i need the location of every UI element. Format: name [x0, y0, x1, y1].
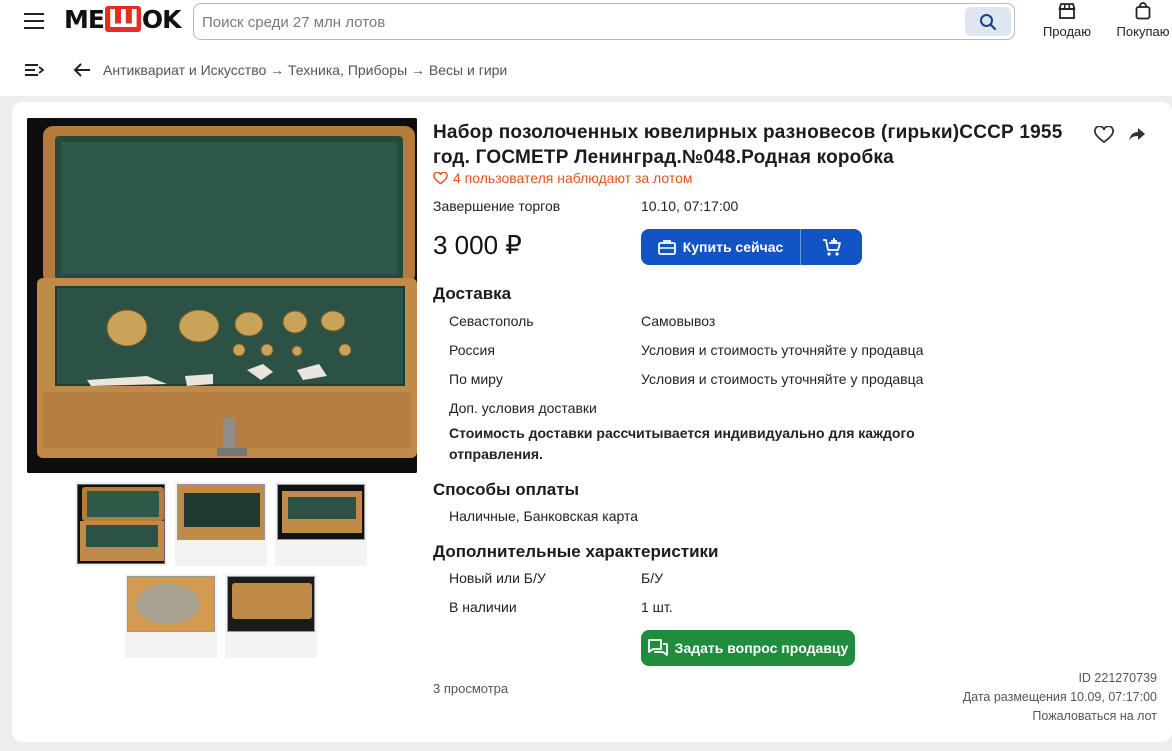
thumbnail[interactable] — [75, 482, 167, 566]
categories-menu-icon[interactable] — [24, 63, 44, 77]
characteristic-name: В наличии — [449, 599, 517, 615]
weights-box-image — [27, 118, 417, 473]
characteristic-name: Новый или Б/У — [449, 570, 546, 586]
main-photo[interactable] — [27, 118, 417, 473]
delivery-terms: Условия и стоимость уточняйте у продавца — [641, 342, 924, 358]
thumbnail[interactable] — [225, 574, 317, 658]
buy-controls: Купить сейчас — [641, 229, 862, 265]
search-button[interactable] — [965, 7, 1011, 36]
payment-methods: Наличные, Банковская карта — [449, 508, 639, 524]
delivery-place: Россия — [449, 342, 495, 358]
characteristics-title: Дополнительные характеристики — [433, 542, 719, 561]
delivery-place: Севастополь — [449, 313, 534, 329]
lot-title: Набор позолоченных ювелирных разновесов … — [433, 122, 1063, 168]
sell-button[interactable]: Продаю — [1040, 2, 1094, 39]
search-bar — [193, 3, 1015, 40]
thumbnail-image — [177, 484, 265, 540]
shop-icon — [1058, 3, 1076, 19]
lot-price: 3 000 ₽ — [433, 230, 522, 260]
extra-delivery-text-continued: отправления. — [449, 446, 543, 462]
thumbnail-image — [127, 576, 215, 632]
add-to-cart-button[interactable] — [801, 229, 862, 265]
report-link[interactable]: Пожаловаться на лот — [1032, 709, 1157, 723]
delivery-terms: Условия и стоимость уточняйте у продавца — [641, 371, 924, 387]
sell-label: Продаю — [1042, 24, 1092, 39]
watchers-info: 4 пользователя наблюдают за лотом — [433, 170, 693, 186]
logo-text-right: OK — [141, 4, 182, 34]
heart-outline-icon — [433, 171, 448, 184]
buy-nav-button[interactable]: Покупаю — [1114, 2, 1172, 39]
lot-card: Набор позолоченных ювелирных разновесов … — [12, 102, 1172, 742]
characteristic-value: Б/У — [641, 570, 663, 586]
buy-now-label: Купить сейчас — [682, 239, 784, 255]
site-logo[interactable]: ME Ш OK — [64, 3, 182, 35]
payment-title: Способы оплаты — [433, 480, 580, 499]
thumbnail[interactable] — [275, 482, 367, 566]
search-input[interactable] — [202, 10, 942, 34]
add-to-cart-icon — [822, 238, 841, 256]
extra-delivery-label: Доп. условия доставки — [449, 400, 597, 416]
watchers-text: 4 пользователя наблюдают за лотом — [453, 170, 693, 186]
buy-nav-label: Покупаю — [1116, 24, 1170, 39]
thumbnail-image — [277, 484, 365, 540]
thumbnail[interactable] — [175, 482, 267, 566]
extra-delivery-text: Стоимость доставки рассчитывается индиви… — [449, 425, 915, 441]
search-icon — [980, 13, 997, 30]
thumbnail-image — [77, 484, 165, 564]
hamburger-menu-icon[interactable] — [24, 13, 44, 29]
auction-end-value: 10.10, 07:17:00 — [641, 198, 739, 214]
logo-text-left: ME — [64, 4, 105, 34]
heart-icon[interactable] — [1094, 126, 1114, 144]
chat-icon — [647, 639, 668, 656]
views-count: 3 просмотра — [433, 681, 509, 696]
posted-date: Дата размещения 10.09, 07:17:00 — [962, 690, 1157, 704]
lot-id: ID 221270739 — [1078, 671, 1157, 685]
auction-end-label: Завершение торгов — [433, 198, 561, 214]
buy-now-button[interactable]: Купить сейчас — [641, 229, 801, 265]
logo-text-mid: Ш — [104, 6, 141, 32]
briefcase-icon — [657, 240, 676, 255]
characteristic-value: 1 шт. — [641, 599, 673, 615]
breadcrumb-path[interactable]: Антиквариат и Искусство → Техника, Прибо… — [103, 62, 507, 78]
delivery-place: По миру — [449, 371, 503, 387]
delivery-title: Доставка — [433, 284, 512, 303]
ask-seller-label: Задать вопрос продавцу — [674, 640, 849, 656]
thumbnail-image — [227, 576, 315, 632]
ask-seller-button[interactable]: Задать вопрос продавцу — [641, 630, 855, 666]
bag-icon — [1135, 2, 1151, 20]
breadcrumb: Антиквариат и Искусство → Техника, Прибо… — [24, 58, 507, 82]
thumbnail[interactable] — [125, 574, 217, 658]
top-bar: ME Ш OK Продаю Покупаю Антиквариат и Иск… — [0, 0, 1172, 96]
delivery-terms: Самовывоз — [641, 313, 716, 329]
share-icon[interactable] — [1128, 126, 1146, 142]
back-arrow-icon[interactable] — [73, 62, 91, 78]
